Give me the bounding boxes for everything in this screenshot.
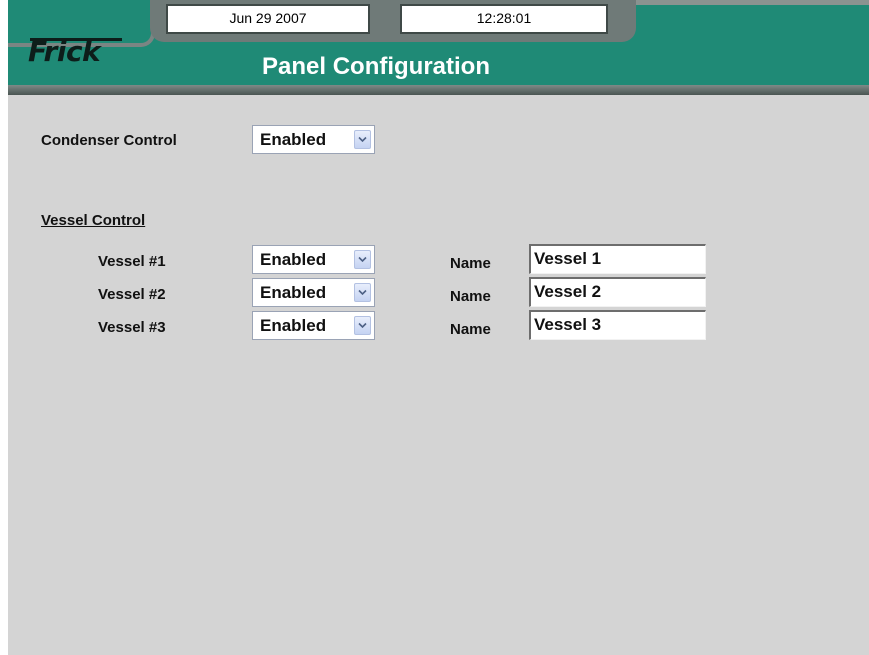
vessel-3-status-select[interactable]: Enabled (252, 311, 375, 340)
time-display: 12:28:01 (400, 4, 608, 34)
condenser-control-label: Condenser Control (41, 132, 177, 149)
date-display: Jun 29 2007 (166, 4, 370, 34)
chevron-down-icon[interactable] (354, 316, 371, 335)
vessel-3-name-value: Vessel 3 (534, 315, 602, 334)
panel-configuration-screen: Frick Jun 29 2007 12:28:01 Panel Configu… (0, 0, 869, 655)
condenser-control-value: Enabled (260, 130, 327, 149)
vessel-1-name-label: Name (450, 255, 491, 272)
chevron-down-icon[interactable] (354, 130, 371, 149)
vessel-3-status-value: Enabled (260, 316, 327, 335)
vessel-2-name-field[interactable]: Vessel 2 (529, 277, 706, 307)
vessel-1-status-value: Enabled (260, 250, 327, 269)
condenser-control-select[interactable]: Enabled (252, 125, 375, 154)
vessel-3-name-label: Name (450, 321, 491, 338)
chevron-down-icon[interactable] (354, 250, 371, 269)
chevron-down-icon[interactable] (354, 283, 371, 302)
vessel-2-name-value: Vessel 2 (534, 282, 602, 301)
header-bottom-bevel (8, 85, 869, 95)
vessel-1-name-field[interactable]: Vessel 1 (529, 244, 706, 274)
vessel-control-heading: Vessel Control (41, 212, 146, 229)
vessel-3-label: Vessel #3 (98, 319, 166, 336)
vessel-2-status-value: Enabled (260, 283, 327, 302)
vessel-1-name-value: Vessel 1 (534, 249, 602, 268)
vessel-2-label: Vessel #2 (98, 286, 166, 303)
page-title: Panel Configuration (262, 53, 490, 80)
vessel-2-status-select[interactable]: Enabled (252, 278, 375, 307)
content-area (8, 95, 869, 655)
vessel-1-status-select[interactable]: Enabled (252, 245, 375, 274)
vessel-2-name-label: Name (450, 288, 491, 305)
frick-logo: Frick (28, 35, 101, 68)
vessel-3-name-field[interactable]: Vessel 3 (529, 310, 706, 340)
vessel-1-label: Vessel #1 (98, 253, 166, 270)
